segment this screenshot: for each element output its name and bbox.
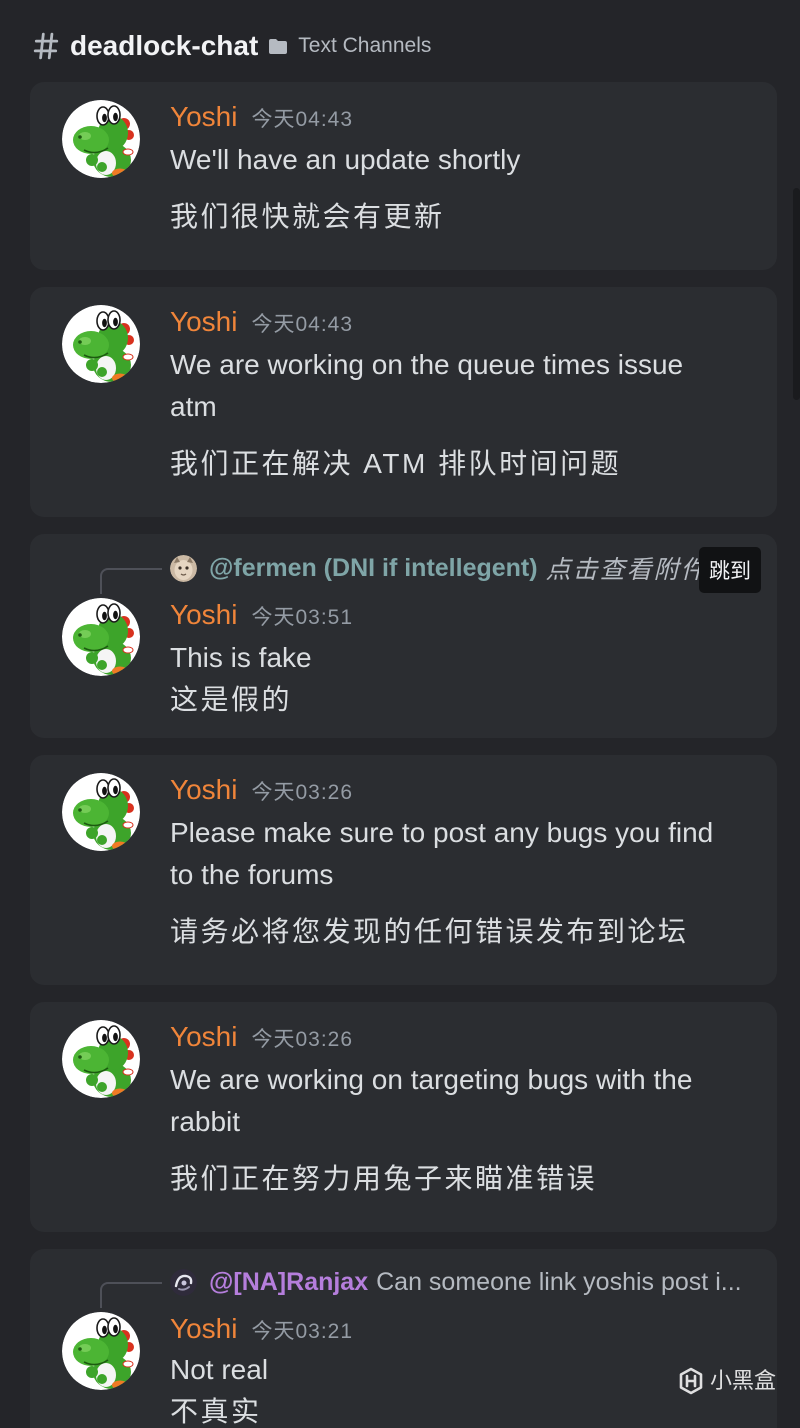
author-name[interactable]: Yoshi (170, 97, 237, 137)
watermark-text: 小黑盒 (710, 1368, 777, 1393)
message-body: We are working on targeting bugs with th… (170, 1059, 730, 1143)
channel-header: deadlock-chat Text Channels (0, 0, 800, 82)
message-body: Please make sure to post any bugs you fi… (170, 812, 730, 896)
yoshi-avatar[interactable] (62, 598, 140, 676)
author-name[interactable]: Yoshi (170, 595, 237, 635)
message-text: We'll have an update shortly (170, 144, 521, 175)
ranjax-avatar[interactable] (170, 1268, 197, 1296)
scrollbar-thumb[interactable] (793, 188, 800, 400)
message-text: Please make sure to post any bugs you fi… (170, 817, 714, 890)
timestamp: 今天03:26 (251, 1028, 354, 1051)
xiaoheihe-logo-icon (679, 1367, 703, 1395)
fermen-avatar[interactable] (170, 554, 197, 582)
author-name[interactable]: Yoshi (170, 770, 237, 810)
message-translation: 我们很快就会有更新 (170, 201, 445, 232)
yoshi-avatar[interactable] (62, 773, 140, 851)
message: Yoshi 今天04:43 We are working on the queu… (30, 287, 777, 517)
message-text: We are working on targeting bugs with th… (170, 1064, 693, 1137)
chat-page: { "header": { "channel_icon": "hash-icon… (0, 0, 800, 1428)
message-body: This is fake 这是假的 (170, 637, 730, 721)
folder-icon (269, 39, 288, 54)
message: @[NA]Ranjax Can someone link yoshis post… (30, 1249, 777, 1428)
message-translation: 我们正在努力用兔子来瞄准错误 (170, 1163, 598, 1194)
message-text: 这是假的 (170, 684, 293, 715)
yoshi-avatar[interactable] (62, 1020, 140, 1098)
hash-icon (33, 32, 59, 60)
yoshi-avatar[interactable] (62, 1312, 140, 1390)
message-translation: 我们正在解决 ATM 排队时间问题 (170, 448, 622, 479)
timestamp: 今天04:43 (251, 313, 354, 336)
message-text: 不真实 (170, 1396, 262, 1427)
timestamp: 今天03:51 (251, 606, 354, 629)
timestamp: 今天03:26 (251, 781, 354, 804)
message: Yoshi 今天03:26 Please make sure to post a… (30, 755, 777, 985)
reply-author[interactable]: @fermen (DNI if intellegent) (209, 554, 538, 583)
message: @fermen (DNI if intellegent) 点击查看附件 跳到 Y… (30, 534, 777, 738)
message-translation: 请务必将您发现的任何错误发布到论坛 (170, 916, 689, 947)
channel-category: Text Channels (298, 34, 432, 57)
timestamp: 今天03:21 (251, 1320, 354, 1343)
message-body: Not real 不真实 (170, 1349, 730, 1428)
author-name[interactable]: Yoshi (170, 302, 237, 342)
yoshi-avatar[interactable] (62, 100, 140, 178)
reply-text[interactable]: Can someone link yoshis post i... (376, 1268, 741, 1297)
message-text: This is fake (170, 642, 312, 673)
message-list: Yoshi 今天04:43 We'll have an update short… (30, 82, 777, 1428)
message: Yoshi 今天03:26 We are working on targetin… (30, 1002, 777, 1232)
message-body: We are working on the queue times issue … (170, 344, 730, 428)
reply-attachment-link[interactable]: 点击查看附件 (546, 550, 708, 586)
reply-connector (100, 568, 162, 594)
yoshi-avatar[interactable] (62, 305, 140, 383)
reply-preview[interactable]: @fermen (DNI if intellegent) 点击查看附件 (170, 549, 770, 587)
reply-connector (100, 1282, 162, 1308)
reply-author[interactable]: @[NA]Ranjax (209, 1268, 368, 1297)
watermark: 小黑盒 (678, 1366, 776, 1396)
message-body: We'll have an update shortly (170, 139, 730, 181)
timestamp: 今天04:43 (251, 108, 354, 131)
author-name[interactable]: Yoshi (170, 1017, 237, 1057)
message: Yoshi 今天04:43 We'll have an update short… (30, 82, 777, 270)
jump-button[interactable]: 跳到 (699, 547, 761, 593)
message-text: We are working on the queue times issue … (170, 349, 684, 422)
message-text: Not real (170, 1354, 269, 1385)
reply-preview[interactable]: @[NA]Ranjax Can someone link yoshis post… (170, 1263, 770, 1301)
channel-name: deadlock-chat (70, 30, 259, 61)
author-name[interactable]: Yoshi (170, 1309, 237, 1349)
